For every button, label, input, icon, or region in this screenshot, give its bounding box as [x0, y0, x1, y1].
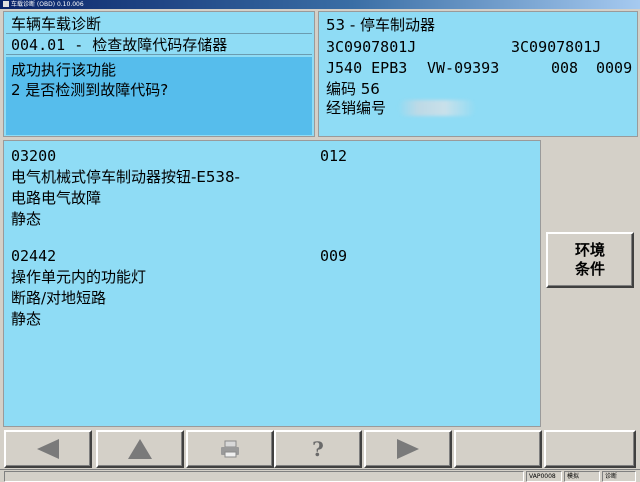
- fault-status: 静态: [11, 210, 42, 228]
- up-button[interactable]: [96, 430, 184, 468]
- dataset-id: VW-09393: [427, 59, 500, 77]
- status-line: 成功执行该功能: [11, 61, 117, 79]
- fault-description: 电气机械式停车制动器按钮-E538-: [11, 168, 240, 186]
- bottom-toolbar: ?: [0, 430, 640, 468]
- empty-nav-button[interactable]: [544, 430, 636, 468]
- fault-entry[interactable]: 03200 012 电气机械式停车制动器按钮-E538- 电路电气故障 静态: [11, 146, 531, 230]
- version-a: 008: [551, 59, 579, 77]
- status-field-diag: 诊断: [602, 471, 636, 482]
- up-arrow-icon: [128, 439, 152, 459]
- forward-button[interactable]: [364, 430, 452, 468]
- printer-icon: [221, 440, 239, 458]
- app-icon: [3, 1, 9, 7]
- window-title: 车载诊断 (OBD) 0.10.006: [11, 1, 84, 8]
- fault-entry[interactable]: 02442 009 操作单元内的功能灯 断路/对地短路 静态: [11, 246, 531, 330]
- status-field-main: [4, 471, 524, 482]
- back-button[interactable]: [4, 430, 92, 468]
- env-button-label: 环境: [574, 241, 605, 259]
- fault-description: 电路电气故障: [11, 189, 102, 207]
- dealer-number-row: 经销编号: [326, 98, 477, 118]
- help-button[interactable]: ?: [274, 430, 362, 468]
- status-field-version: VAP0008: [526, 471, 562, 482]
- panel-header: 车辆车载诊断: [6, 14, 312, 34]
- environment-conditions-button[interactable]: 环境 条件: [546, 232, 634, 288]
- question-icon: ?: [312, 437, 324, 461]
- fault-count: 009: [320, 247, 348, 265]
- dealer-label: 经销编号: [326, 99, 387, 117]
- right-arrow-icon: [397, 439, 419, 459]
- redacted-dealer-number: [398, 100, 477, 116]
- function-title: 004.01 - 检查故障代码存储器: [6, 35, 312, 55]
- fault-code-list[interactable]: 03200 012 电气机械式停车制动器按钮-E538- 电路电气故障 静态 0…: [3, 140, 541, 427]
- empty-nav-button[interactable]: [454, 430, 542, 468]
- diagnosis-info-panel: 车辆车载诊断 004.01 - 检查故障代码存储器 成功执行该功能 2 是否检测…: [3, 11, 315, 137]
- status-field-mode: 模拟: [564, 471, 600, 482]
- fault-count: 012: [320, 147, 348, 165]
- part-number-right: 3C0907801J: [511, 38, 602, 56]
- fault-description: 操作单元内的功能灯: [11, 268, 147, 286]
- status-message-area: 成功执行该功能 2 是否检测到故障代码?: [6, 57, 312, 135]
- version-b: 0009: [596, 59, 633, 77]
- module-name: 53 - 停车制动器: [326, 16, 436, 34]
- component-id: J540 EPB3: [326, 59, 408, 77]
- coding-value: 编码 56: [326, 80, 380, 98]
- ecu-info-panel: 53 - 停车制动器 3C0907801J 3C0907801J J540 EP…: [318, 11, 638, 137]
- fault-description: 断路/对地短路: [11, 289, 107, 307]
- env-button-label: 条件: [574, 260, 605, 278]
- window-titlebar: 车载诊断 (OBD) 0.10.006: [0, 0, 640, 9]
- status-bar: VAP0008 模拟 诊断: [0, 469, 640, 482]
- part-number-left: 3C0907801J: [326, 38, 417, 56]
- fault-code: 03200: [11, 147, 57, 165]
- status-line: 2 是否检测到故障代码?: [11, 81, 169, 99]
- print-button[interactable]: [186, 430, 274, 468]
- fault-code: 02442: [11, 247, 57, 265]
- fault-status: 静态: [11, 310, 42, 328]
- left-arrow-icon: [37, 439, 59, 459]
